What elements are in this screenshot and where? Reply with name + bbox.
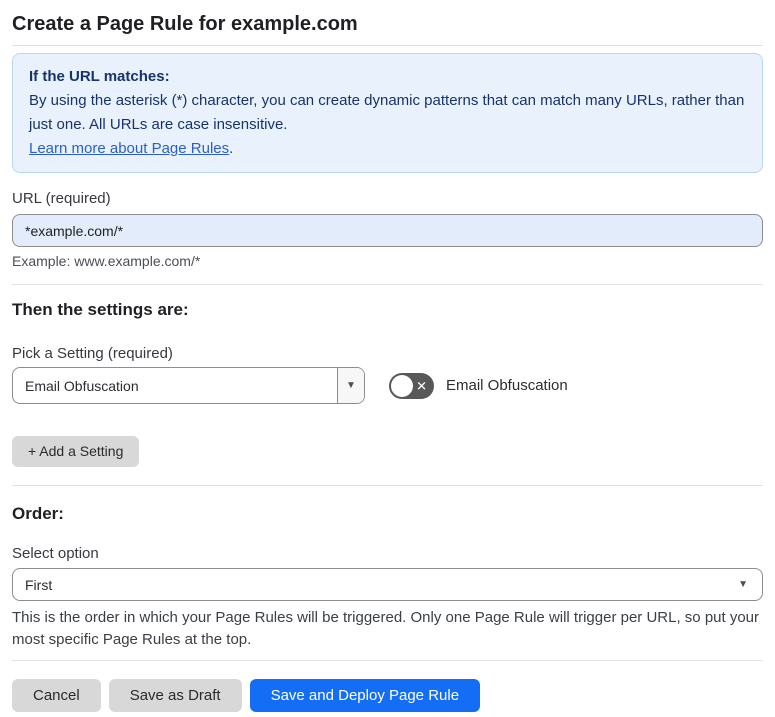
page-title: Create a Page Rule for example.com: [12, 13, 358, 35]
section-divider: [12, 485, 763, 486]
toggle-knob: [391, 374, 413, 397]
dropdown-arrow-icon: ▼: [346, 380, 356, 391]
order-select-label: Select option: [12, 545, 99, 562]
learn-more-link[interactable]: Learn more about Page Rules: [29, 140, 229, 157]
url-label: URL (required): [12, 190, 111, 207]
footer-divider: [12, 660, 763, 661]
info-box-heading: If the URL matches:: [29, 68, 170, 85]
order-select[interactable]: First ▼: [12, 568, 763, 601]
section-divider: [12, 284, 763, 285]
url-input[interactable]: [12, 214, 763, 247]
setting-select[interactable]: Email Obfuscation ▼: [12, 367, 365, 404]
info-box-link-row: Learn more about Page Rules.: [29, 137, 746, 161]
email-obfuscation-toggle[interactable]: ✕: [389, 372, 434, 399]
toggle-label: Email Obfuscation: [446, 377, 568, 394]
toggle-off-x-icon: ✕: [416, 378, 427, 393]
save-draft-button[interactable]: Save as Draft: [108, 679, 242, 712]
link-suffix: .: [229, 140, 234, 157]
add-setting-button[interactable]: + Add a Setting: [12, 436, 140, 467]
setting-select-arrow-button[interactable]: ▼: [337, 368, 364, 403]
setting-select-value: Email Obfuscation: [25, 377, 139, 394]
settings-section-heading: Then the settings are:: [12, 300, 189, 319]
cancel-button[interactable]: Cancel: [12, 679, 101, 712]
url-match-info-box: If the URL matches: By using the asteris…: [12, 53, 763, 173]
info-box-body: By using the asterisk (*) character, you…: [29, 92, 745, 133]
order-section-heading: Order:: [12, 504, 64, 523]
create-page-rule-panel: Create a Page Rule for example.com If th…: [0, 0, 775, 712]
url-example-helper: Example: www.example.com/*: [12, 253, 201, 269]
save-deploy-button[interactable]: Save and Deploy Page Rule: [249, 679, 481, 712]
footer-actions: Cancel Save as Draft Save and Deploy Pag…: [12, 679, 763, 712]
title-divider: [12, 45, 763, 46]
pick-setting-label: Pick a Setting (required): [12, 345, 173, 362]
order-helper-text: This is the order in which your Page Rul…: [12, 609, 760, 648]
order-select-value: First: [25, 576, 53, 593]
caret-down-icon: ▼: [738, 579, 748, 590]
setting-row: Email Obfuscation ▼ ✕ Email Obfuscation: [12, 367, 763, 404]
